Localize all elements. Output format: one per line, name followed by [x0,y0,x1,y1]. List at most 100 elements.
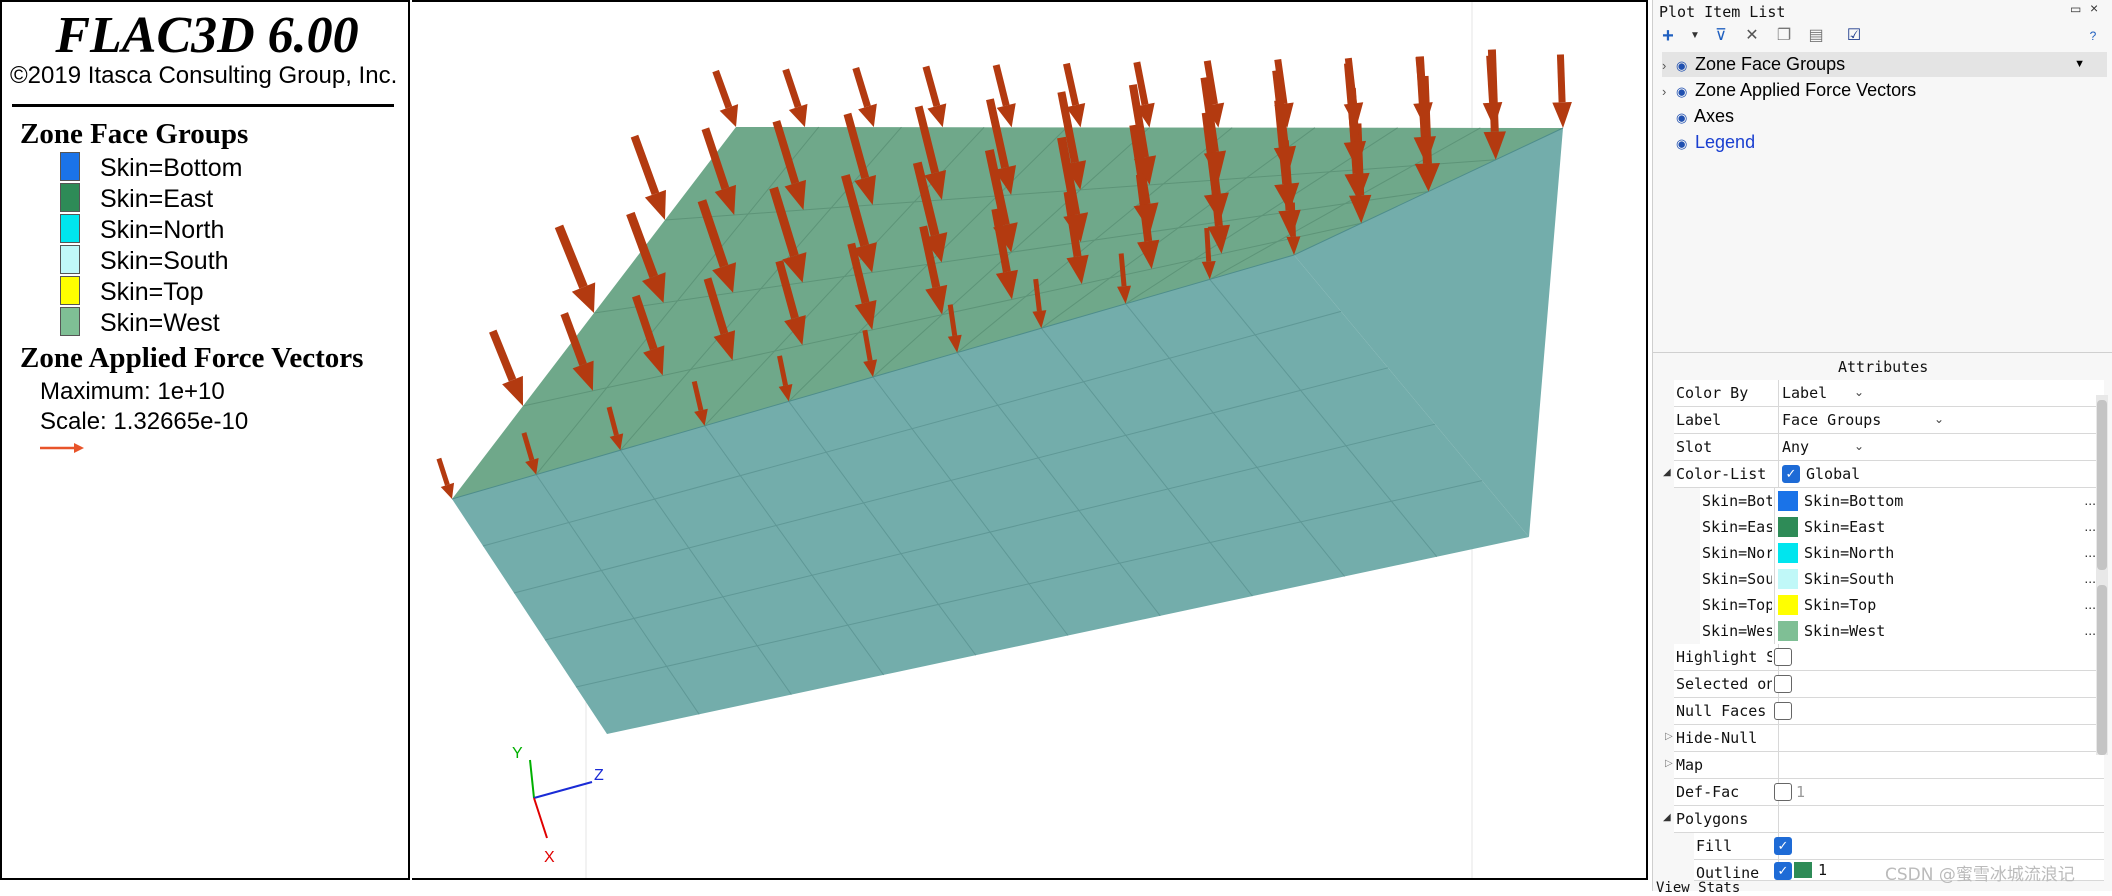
delete-icon[interactable]: ✕ [1741,26,1763,46]
tree-item-zone-face-groups[interactable]: › ◉ Zone Face Groups ▼ [1662,52,2107,77]
attr-color-by[interactable]: Color By Label ⌄ [1674,380,2104,407]
help-icon[interactable]: ? [2082,26,2104,46]
force-vector [852,67,877,128]
panel-close-icon[interactable]: × [2090,0,2098,16]
tree-item-force-vectors[interactable]: › ◉ Zone Applied Force Vectors [1662,78,2107,103]
tree-item-axes[interactable]: ◉ Axes [1662,104,2107,129]
color-swatch [1778,595,1798,615]
legend-panel: FLAC3D 6.00 ©2019 Itasca Consulting Grou… [0,0,410,880]
zone-face-groups-title: Zone Face Groups [20,118,249,150]
chevron-down-icon: ⌄ [1854,385,1865,399]
filter-icon[interactable]: ⊽ [1710,26,1732,46]
attr-polygons[interactable]: Polygons [1674,806,2104,833]
group-label: Skin=South [100,247,229,275]
axis-z-label: Z [594,767,604,784]
add-icon[interactable]: + [1657,26,1679,46]
attributes-title: Attributes [1838,358,1929,376]
attr-hide-null[interactable]: Hide-Null [1674,725,2104,752]
def-fac-checkbox[interactable] [1774,783,1792,801]
color-row[interactable]: Skin=East Skin=East... [1700,514,2104,541]
color-row[interactable]: Skin=Top Skin=Top... [1700,592,2104,619]
outline-checkbox[interactable]: ✓ [1774,862,1792,880]
view-stats-label[interactable]: View Stats [1656,880,1740,896]
swatch-west [60,307,80,336]
attr-null-faces[interactable]: Null Faces [1674,698,2104,725]
visibility-icon: ◉ [1676,136,1688,151]
more-button: ... [2084,622,2096,638]
null-faces-checkbox[interactable] [1774,702,1792,720]
scrollbar-thumb[interactable] [2097,400,2107,570]
chevron-down-icon: ⌄ [1854,439,1865,453]
visibility-icon: ◉ [1676,110,1688,125]
dropdown-arrow-icon[interactable]: ▼ [1684,26,1706,46]
panel-restore-icon[interactable]: ▭ [2070,2,2081,16]
collapse-arrow-icon[interactable]: ◢ [1663,812,1671,823]
color-row[interactable]: Skin=North Skin=North... [1700,540,2104,567]
color-swatch [1778,543,1798,563]
vector-head [1552,101,1572,128]
attr-color-list[interactable]: Color-List ✓ Global [1674,461,2104,488]
selected-only-checkbox[interactable] [1774,675,1792,693]
attr-selected-only[interactable]: Selected only [1674,671,2104,698]
vector-shaft [782,68,802,109]
force-vector [436,457,455,499]
color-row[interactable]: Skin=South Skin=South... [1700,566,2104,593]
swatch-south [60,245,80,274]
vector-head [996,103,1016,128]
vector-shaft [1289,202,1296,237]
more-button: ... [2084,492,2096,508]
vector-head [719,104,739,127]
visibility-icon: ◉ [1676,58,1688,73]
attr-label[interactable]: Label Face Groups ⌄ [1674,407,2104,434]
expand-arrow-icon[interactable]: ▷ [1665,731,1673,742]
global-checkbox[interactable]: ✓ [1782,465,1800,483]
color-row[interactable]: Skin=Bottom Skin=Bottom... [1700,488,2104,515]
color-swatch [1778,491,1798,511]
checkbox-icon[interactable]: ☑ [1843,26,1865,46]
copy-icon[interactable]: ❐ [1773,26,1795,46]
tree-item-legend[interactable]: ◉ Legend [1662,130,2107,155]
panel-divider [1652,352,2112,353]
fill-checkbox[interactable]: ✓ [1774,837,1792,855]
app-title: FLAC3D 6.00 [55,7,359,64]
force-vector [1552,54,1572,128]
attr-def-fac[interactable]: Def-Fac 1 [1674,779,2104,806]
vector-head [927,103,947,128]
scrollbar-thumb[interactable] [2097,585,2107,755]
tree-item-label: Legend [1695,132,1756,152]
vector-shaft [1487,49,1499,132]
vector-shaft [554,224,588,289]
attr-map[interactable]: Map [1674,752,2104,779]
vector-head [502,375,523,406]
vector-maximum: Maximum: 1e+10 [40,378,225,405]
more-button: ... [2084,596,2096,612]
vector-head [440,482,455,499]
vector-shaft [852,67,871,108]
vector-shaft [630,134,660,196]
model-scene[interactable]: Y Z X [412,2,1648,880]
vector-shaft [1556,54,1566,103]
color-swatch [1778,621,1798,641]
panel-title: Plot Item List [1659,3,1786,21]
model-viewport[interactable]: Y Z X [412,0,1648,880]
attr-highlight[interactable]: Highlight Selected [1674,644,2104,671]
color-swatch [1778,517,1798,537]
swatch-east [60,183,80,212]
vector-shaft [489,329,517,382]
group-label: Skin=West [100,309,220,337]
group-label: Skin=North [100,216,225,244]
copyright: ©2019 Itasca Consulting Group, Inc. [10,62,398,89]
expand-arrow-icon[interactable]: ▷ [1665,758,1673,769]
force-vector [782,68,808,128]
vector-head [858,103,877,128]
group-label: Skin=East [100,185,214,213]
highlight-checkbox[interactable] [1774,648,1792,666]
watermark: CSDN @蜜雪冰城流浪记 [1885,865,2075,885]
attr-slot[interactable]: Slot Any ⌄ [1674,434,2104,461]
collapse-arrow-icon[interactable]: ◢ [1663,467,1671,478]
vector-arrow-icon [40,443,84,453]
force-vector [630,134,666,220]
paste-icon[interactable]: ▤ [1805,26,1827,46]
color-row[interactable]: Skin=West Skin=West... [1700,618,2104,645]
attr-fill[interactable]: Fill ✓ [1694,833,2104,860]
